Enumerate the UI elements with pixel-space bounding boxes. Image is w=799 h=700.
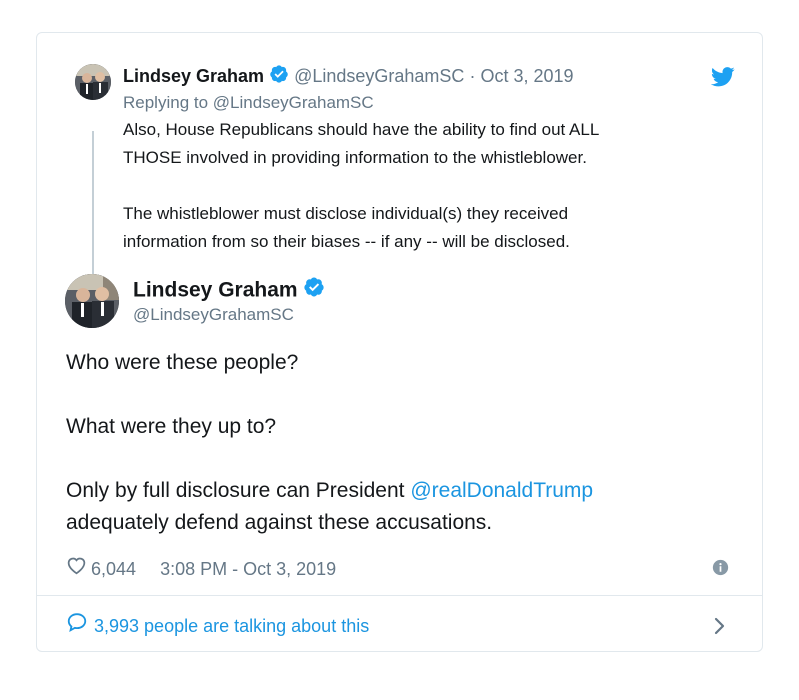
tweet-embed-card: Lindsey Graham @LindseyGrahamSC · Oct 3,… — [36, 32, 763, 652]
tweet-paragraph: Only by full disclosure can President @r… — [66, 475, 593, 507]
quoted-author-name[interactable]: Lindsey Graham — [123, 66, 264, 86]
replying-to-label: Replying to — [123, 93, 209, 112]
main-author-handle[interactable]: @LindseyGrahamSC — [133, 303, 294, 327]
tweet-paragraph: Who were these people? — [66, 351, 299, 374]
twitter-bird-icon[interactable] — [710, 66, 735, 93]
quoted-text-line: The whistleblower must disclose individu… — [123, 204, 569, 223]
main-avatar[interactable] — [65, 274, 119, 328]
tweet-timestamp[interactable]: 3:08 PM - Oct 3, 2019 — [160, 559, 336, 579]
tweet-paragraph: adequately defend against these accusati… — [66, 511, 493, 534]
main-author-name-row: Lindsey Graham — [133, 276, 325, 306]
verified-badge-icon — [269, 64, 289, 91]
tweet-meta-row: 6,044 3:08 PM - Oct 3, 2019 — [66, 555, 336, 582]
replying-to-handle[interactable]: @LindseyGrahamSC — [213, 93, 374, 112]
quoted-text-line: information from so their biases -- if a… — [123, 232, 570, 251]
heart-icon — [66, 555, 87, 582]
talking-count-text: 3,993 people are talking about this — [94, 615, 370, 636]
conversation-link[interactable]: 3,993 people are talking about this — [66, 611, 369, 640]
info-icon[interactable] — [712, 559, 729, 581]
quoted-date[interactable]: Oct 3, 2019 — [480, 66, 573, 86]
header-separator: · — [469, 66, 476, 86]
tweet-text-segment: Only by full disclosure can President — [66, 479, 411, 502]
quoted-avatar[interactable] — [75, 64, 111, 100]
chevron-right-icon[interactable] — [711, 615, 727, 642]
comment-icon — [66, 611, 88, 640]
tweet-paragraph: What were they up to? — [66, 415, 277, 438]
main-tweet-text: Who were these people? What were they up… — [66, 347, 593, 539]
card-divider — [37, 595, 762, 596]
quoted-author-handle[interactable]: @LindseyGrahamSC — [294, 66, 464, 86]
replying-to-line: Replying to @LindseyGrahamSC — [123, 91, 374, 115]
like-button[interactable]: 6,044 — [66, 555, 136, 582]
like-count: 6,044 — [91, 558, 137, 579]
quoted-text-line: Also, House Republicans should have the … — [123, 120, 600, 139]
quoted-text-line: THOSE involved in providing information … — [123, 148, 587, 167]
quoted-tweet-text: Also, House Republicans should have the … — [123, 116, 599, 256]
main-author-name[interactable]: Lindsey Graham — [133, 279, 298, 302]
verified-badge-icon — [303, 276, 325, 306]
mention-link[interactable]: @realDonaldTrump — [410, 479, 593, 502]
quoted-header: Lindsey Graham @LindseyGrahamSC · Oct 3,… — [123, 63, 574, 91]
